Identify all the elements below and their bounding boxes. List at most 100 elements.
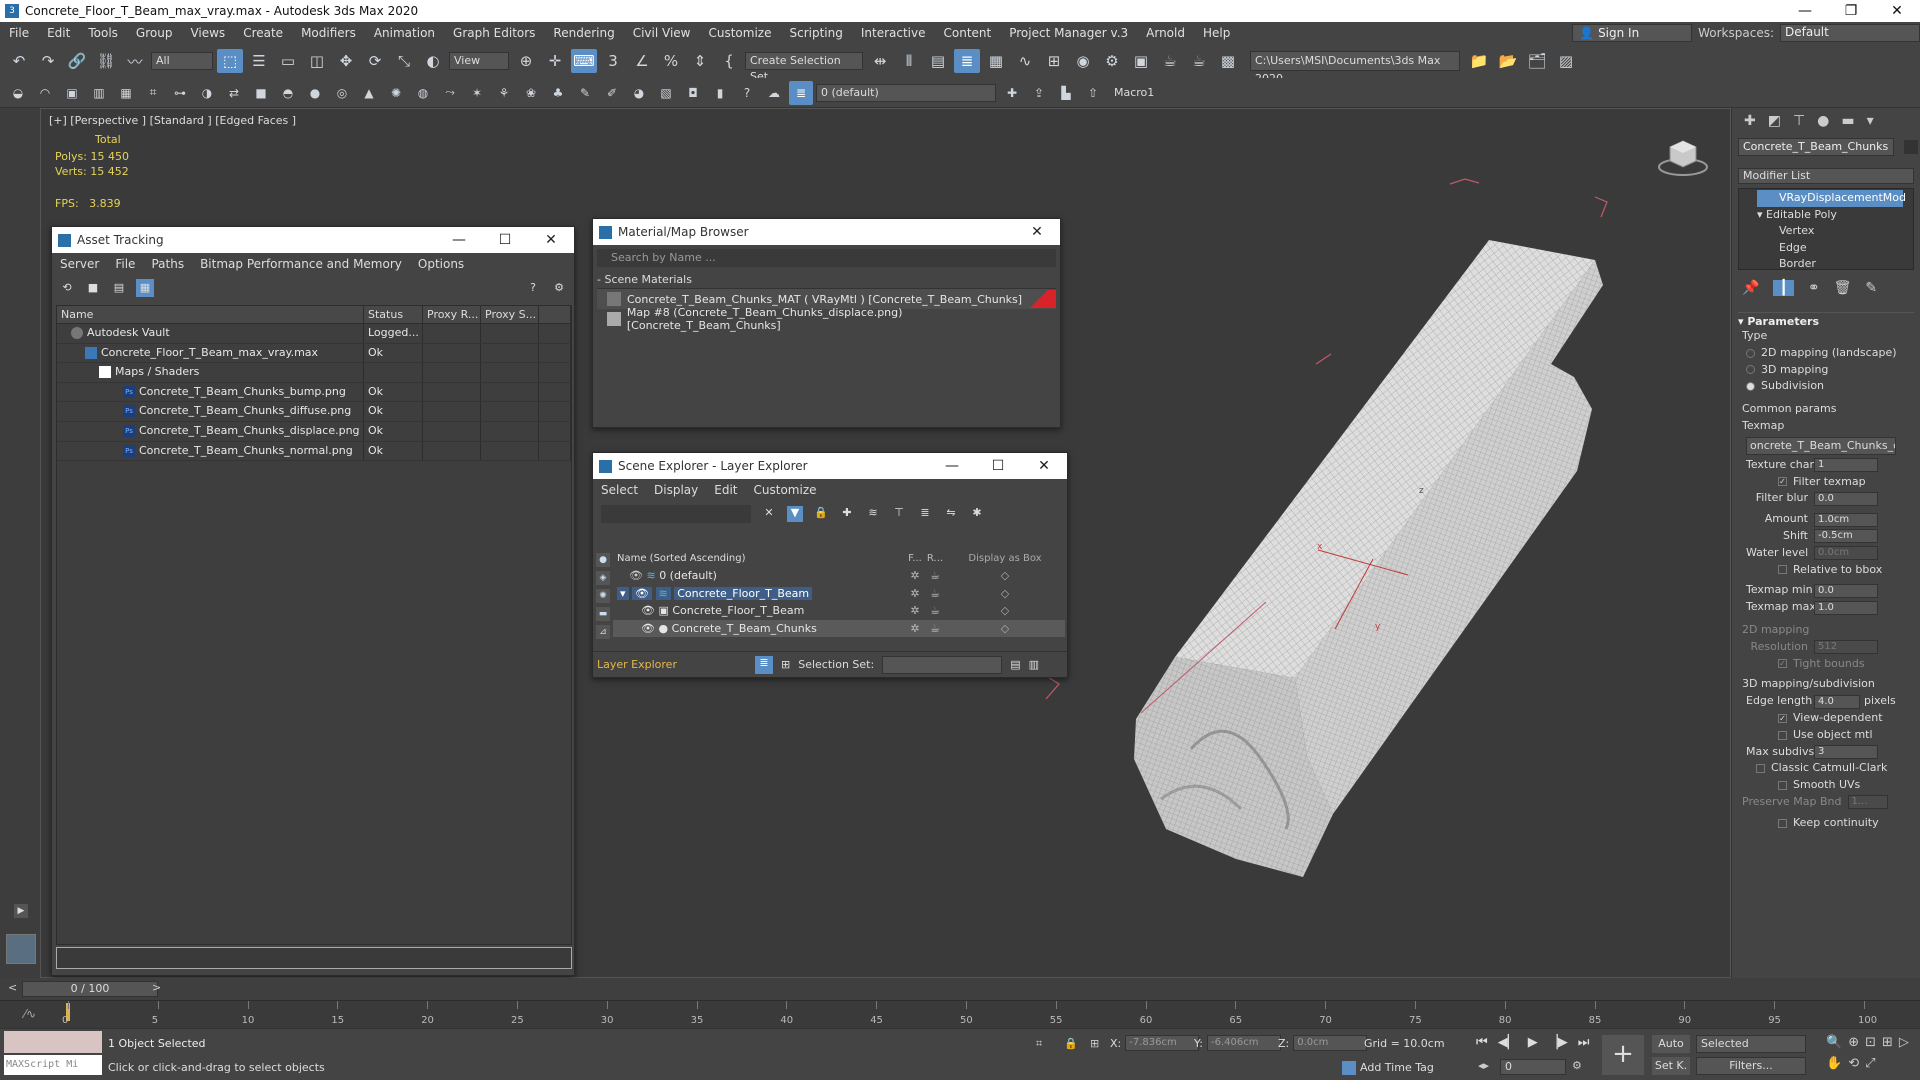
- scene-materials-header[interactable]: - Scene Materials: [597, 271, 1056, 289]
- workspaces-dropdown[interactable]: Default: [1780, 24, 1920, 42]
- display-cameras-icon[interactable]: ▬: [596, 607, 610, 621]
- render-teapot-icon[interactable]: ☕: [925, 569, 945, 582]
- select-by-name-icon[interactable]: ☰: [246, 49, 272, 73]
- use-object-mtl-row[interactable]: Use object mtl: [1732, 727, 1920, 744]
- utilities-tab-icon[interactable]: ▾: [1867, 113, 1874, 129]
- isolate-selection-icon[interactable]: ⌗: [1036, 1037, 1042, 1051]
- asset-minimize-button[interactable]: —: [436, 232, 482, 248]
- scene-explorer-close-button[interactable]: ✕: [1021, 458, 1067, 474]
- max-subdivs-spinner[interactable]: 3: [1814, 744, 1878, 759]
- asset-menu-paths[interactable]: Paths: [143, 257, 192, 271]
- resolution-spinner[interactable]: 512: [1814, 640, 1878, 655]
- layers-mode-icon[interactable]: ≣: [755, 655, 773, 674]
- sphere-icon[interactable]: ●: [303, 81, 327, 105]
- select-layer-objects-icon[interactable]: ▙: [1054, 81, 1078, 105]
- add-time-tag[interactable]: Add Time Tag: [1342, 1061, 1434, 1075]
- menu-tools[interactable]: Tools: [79, 26, 127, 40]
- texmap-min-spinner[interactable]: 0.0: [1814, 583, 1878, 598]
- zoom-extents-icon[interactable]: ⊡: [1865, 1035, 1876, 1050]
- col-proxy-resolution[interactable]: Proxy R...: [423, 306, 481, 323]
- previous-frame-icon[interactable]: ◀▏: [1498, 1035, 1518, 1050]
- undo-icon[interactable]: ↶: [6, 49, 32, 73]
- stack-item-edge[interactable]: Edge: [1739, 240, 1913, 257]
- ribbon-minimize-icon[interactable]: ◠: [33, 81, 57, 105]
- track-bar[interactable]: ⁄∿ 0 5 10 15 20 25 30 35 40 45 50 55 60 65 70 75 80 85 90 9…: [0, 1000, 1920, 1028]
- texture-chan-spinner[interactable]: 1: [1814, 458, 1878, 473]
- plane-icon[interactable]: ◓: [276, 81, 300, 105]
- view-dependent-row[interactable]: ✓ View-dependent: [1732, 710, 1920, 727]
- asset-menu-bitmap[interactable]: Bitmap Performance and Memory: [192, 257, 410, 271]
- field-of-view-icon[interactable]: ▷: [1899, 1035, 1909, 1050]
- rotate-icon[interactable]: ⟳: [362, 49, 388, 73]
- menu-animation[interactable]: Animation: [365, 26, 444, 40]
- snaps-toggle-icon[interactable]: 3: [600, 49, 626, 73]
- move-icon[interactable]: ✥: [333, 49, 359, 73]
- col-proxy-status[interactable]: Proxy S...: [481, 306, 539, 323]
- table-row[interactable]: Ps Concrete_T_Beam_Chunks_normal.png Ok: [57, 441, 571, 462]
- z-value-field[interactable]: 0.0cm: [1293, 1035, 1368, 1051]
- hierarchy-icon[interactable]: ⊤: [891, 506, 907, 522]
- link-icon[interactable]: 🔗: [64, 49, 90, 73]
- preserve-map-bnd-dropdown[interactable]: 1...: [1847, 795, 1888, 810]
- texmap-button[interactable]: oncrete_T_Beam_Chunks_dis: [1746, 436, 1896, 455]
- time-slider-thumb[interactable]: 0 / 100: [22, 981, 158, 997]
- restore-button[interactable]: ❐: [1828, 3, 1874, 19]
- ribbon-toggle-icon[interactable]: ◒: [6, 81, 30, 105]
- new-layer-icon[interactable]: ✚: [839, 506, 855, 522]
- visibility-eye-icon[interactable]: 👁: [641, 604, 655, 617]
- maximize-viewport-icon[interactable]: ⤢: [1865, 1056, 1875, 1071]
- create-tab-icon[interactable]: ✚: [1744, 113, 1756, 129]
- bind-space-warp-icon[interactable]: 〰: [122, 49, 148, 73]
- sign-in-dropdown[interactable]: 👤 Sign In: [1572, 24, 1693, 42]
- hierarchy-mode-icon[interactable]: ⊞: [781, 658, 790, 671]
- render-teapot-icon[interactable]: ☕: [925, 604, 945, 617]
- scene-explorer-titlebar[interactable]: Scene Explorer - Layer Explorer — ☐ ✕: [593, 453, 1067, 479]
- play-icon[interactable]: ▶: [1528, 1035, 1538, 1050]
- material-browser-close-button[interactable]: ✕: [1014, 224, 1060, 240]
- asset-menu-server[interactable]: Server: [52, 257, 107, 271]
- col-name-sorted[interactable]: Name (Sorted Ascending): [613, 551, 905, 567]
- lock-icon[interactable]: 🔒: [813, 506, 829, 522]
- project-misc-icon[interactable]: ▨: [1553, 49, 1579, 73]
- list-view-icon[interactable]: ■: [84, 279, 102, 297]
- object-row[interactable]: 👁 ▣ Concrete_Floor_T_Beam ✲ ☕ ◇: [613, 602, 1065, 620]
- angle-snap-icon[interactable]: ∠: [629, 49, 655, 73]
- smooth-uvs-row[interactable]: Smooth UVs: [1732, 777, 1920, 794]
- type-option-3d[interactable]: 3D mapping: [1732, 362, 1920, 379]
- radio-subdivision[interactable]: [1746, 382, 1755, 392]
- menu-scripting[interactable]: Scripting: [780, 26, 851, 40]
- configure-modifier-sets-icon[interactable]: ✎: [1865, 280, 1877, 296]
- percent-snap-icon[interactable]: %: [658, 49, 684, 73]
- box-icon[interactable]: ■: [249, 81, 273, 105]
- options-icon[interactable]: ✱: [969, 506, 985, 522]
- set-current-layer-icon[interactable]: ⇧: [1081, 81, 1105, 105]
- asset-menu-file[interactable]: File: [107, 257, 143, 271]
- render-iterative-icon[interactable]: ☕: [1186, 49, 1212, 73]
- named-selection-dropdown[interactable]: Create Selection Set: [745, 52, 863, 83]
- se-menu-customize[interactable]: Customize: [746, 483, 825, 497]
- menu-content[interactable]: Content: [935, 26, 1001, 40]
- box-toggle-icon[interactable]: ◇: [945, 622, 1065, 635]
- menu-interactive[interactable]: Interactive: [852, 26, 935, 40]
- render-teapot-icon[interactable]: ☕: [925, 587, 945, 600]
- zoom-all-icon[interactable]: ⊕: [1848, 1035, 1859, 1050]
- zoom-extents-all-icon[interactable]: ⊞: [1882, 1035, 1893, 1050]
- project-folder-icon[interactable]: 📁: [1466, 49, 1492, 73]
- brush-icon[interactable]: ✎: [573, 81, 597, 105]
- amount-spinner[interactable]: 1.0cm: [1814, 512, 1878, 527]
- radio-2d-mapping[interactable]: [1746, 348, 1755, 358]
- select-object-icon[interactable]: ⬚: [217, 49, 243, 73]
- container-icon[interactable]: ▣: [60, 81, 84, 105]
- filter-blur-spinner[interactable]: 0.0: [1814, 491, 1878, 506]
- visibility-eye-icon[interactable]: 👁: [641, 622, 655, 635]
- array-icon[interactable]: ⊶: [168, 81, 192, 105]
- viewport-layout-tab[interactable]: [6, 934, 36, 964]
- grid-icon[interactable]: ▦: [114, 81, 138, 105]
- texmap-max-spinner[interactable]: 1.0: [1814, 600, 1878, 615]
- freeze-icon[interactable]: ✲: [905, 622, 925, 635]
- snapshot-icon[interactable]: ◑: [195, 81, 219, 105]
- curve-editor-mini-icon[interactable]: ⁄∿: [24, 1007, 36, 1021]
- filter-texmap-row[interactable]: ✓ Filter texmap: [1732, 474, 1920, 491]
- unlink-icon[interactable]: ⛓: [93, 49, 119, 73]
- stack-item-vray-displacement[interactable]: VRayDisplacementMod: [1757, 190, 1906, 207]
